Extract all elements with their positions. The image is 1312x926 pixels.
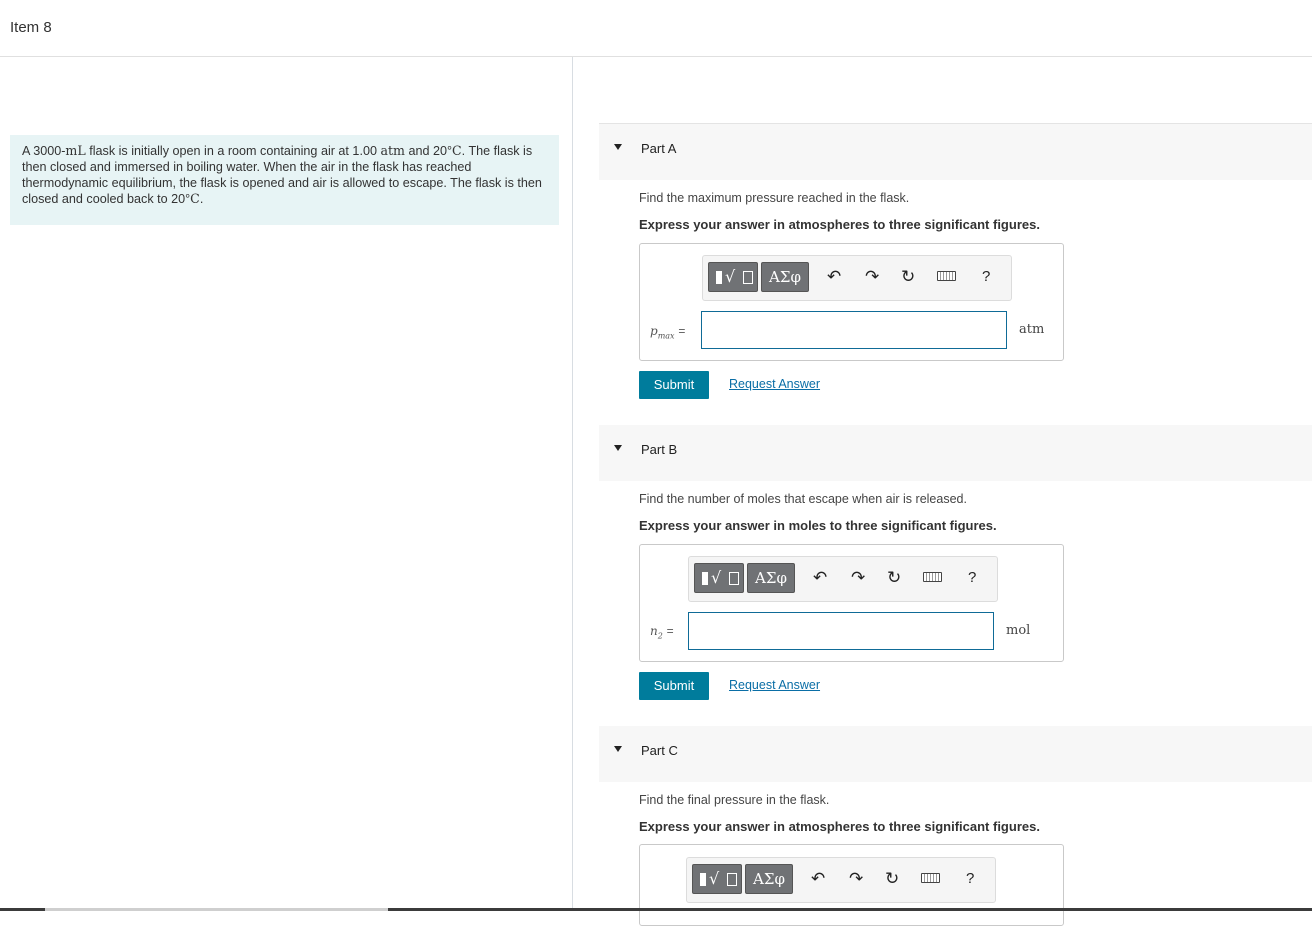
part-b-answer-box: √ ΑΣφ ↶ ↷ ↻ ? n2 = mol: [639, 544, 1064, 662]
greek-symbols-button[interactable]: ΑΣφ: [745, 864, 793, 894]
help-button[interactable]: ?: [966, 869, 974, 889]
header: Item 8: [0, 0, 1312, 57]
part-a-answer-box: √ ΑΣφ ↶ ↷ ↻ ? pmax = atm: [639, 243, 1064, 361]
undo-icon[interactable]: ↶: [813, 568, 827, 588]
problem-unit-c1: C: [452, 143, 462, 158]
help-button[interactable]: ?: [982, 267, 990, 287]
part-c-header[interactable]: Part C: [599, 726, 1312, 782]
part-c-math-toolbar: √ ΑΣφ ↶ ↷ ↻ ?: [686, 857, 996, 903]
reset-icon[interactable]: ↻: [887, 568, 901, 588]
part-a-header[interactable]: Part A: [599, 124, 1312, 180]
part-b-request-answer-link[interactable]: Request Answer: [729, 678, 820, 692]
part-a-instruction: Express your answer in atmospheres to th…: [639, 217, 1040, 232]
part-b-var-sub: 2: [657, 631, 663, 641]
radical-icon: √: [711, 568, 722, 587]
part-a-label: Part A: [641, 141, 677, 156]
part-a-request-answer-link[interactable]: Request Answer: [729, 377, 820, 391]
part-a-math-toolbar: √ ΑΣφ ↶ ↷ ↻ ?: [702, 255, 1012, 301]
part-a-answer-input[interactable]: [701, 311, 1007, 349]
problem-text-2: flask is initially open in a room contai…: [85, 144, 381, 158]
template-block-icon: [716, 271, 722, 284]
part-c-instruction: Express your answer in atmospheres to th…: [639, 819, 1040, 834]
redo-icon[interactable]: ↷: [851, 568, 865, 588]
template-box-icon: [727, 873, 737, 886]
problem-unit-ml: mL: [65, 143, 86, 158]
part-a-equals: =: [678, 324, 686, 338]
problem-text-3: and 20°: [404, 144, 453, 158]
problem-unit-atm: atm: [380, 143, 405, 158]
part-b-unit: mol: [1006, 623, 1031, 638]
part-b-equals: =: [666, 624, 674, 638]
problem-text-1: A 3000-: [22, 144, 66, 158]
radical-icon: √: [709, 869, 720, 888]
part-c-prompt: Find the final pressure in the flask.: [639, 793, 830, 807]
collapse-triangle-icon[interactable]: [614, 144, 622, 150]
part-b-answer-input[interactable]: [688, 612, 994, 650]
part-c-label: Part C: [641, 743, 678, 758]
help-button[interactable]: ?: [968, 568, 976, 588]
reset-icon[interactable]: ↻: [901, 267, 915, 287]
template-box-icon: [729, 572, 739, 585]
radical-icon: √: [725, 267, 736, 286]
part-a-prompt: Find the maximum pressure reached in the…: [639, 191, 910, 205]
template-block-icon: [702, 572, 708, 585]
column-divider: [572, 57, 573, 911]
part-a-var-main: p: [650, 324, 658, 338]
template-block-icon: [700, 873, 706, 886]
redo-icon[interactable]: ↷: [849, 869, 863, 889]
problem-unit-c2: C: [190, 191, 200, 206]
part-b-submit-button[interactable]: Submit: [639, 672, 709, 700]
part-a-submit-button[interactable]: Submit: [639, 371, 709, 399]
part-a-unit: atm: [1019, 322, 1045, 337]
problem-statement: A 3000-mL flask is initially open in a r…: [10, 135, 559, 225]
part-b-label: Part B: [641, 442, 678, 457]
greek-symbols-button[interactable]: ΑΣφ: [761, 262, 809, 292]
part-c-answer-box: √ ΑΣφ ↶ ↷ ↻ ?: [639, 844, 1064, 926]
collapse-triangle-icon[interactable]: [614, 746, 622, 752]
templates-button[interactable]: √: [692, 864, 742, 894]
collapse-triangle-icon[interactable]: [614, 445, 622, 451]
part-b-instruction: Express your answer in moles to three si…: [639, 518, 997, 533]
undo-icon[interactable]: ↶: [811, 869, 825, 889]
part-b-variable-label: n2 =: [650, 624, 674, 640]
part-b-var-main: n: [650, 624, 658, 638]
part-b-header[interactable]: Part B: [599, 425, 1312, 481]
redo-icon[interactable]: ↷: [865, 267, 879, 287]
part-b-math-toolbar: √ ΑΣφ ↶ ↷ ↻ ?: [688, 556, 998, 602]
greek-symbols-button[interactable]: ΑΣφ: [747, 563, 795, 593]
problem-text-5: .: [199, 192, 204, 206]
templates-button[interactable]: √: [708, 262, 758, 292]
reset-icon[interactable]: ↻: [885, 869, 899, 889]
part-a-var-sub: max: [657, 331, 675, 341]
keyboard-icon[interactable]: [923, 572, 942, 582]
part-b-prompt: Find the number of moles that escape whe…: [639, 492, 967, 506]
keyboard-icon[interactable]: [921, 873, 940, 883]
part-a-variable-label: pmax =: [650, 324, 685, 340]
keyboard-icon[interactable]: [937, 271, 956, 281]
undo-icon[interactable]: ↶: [827, 267, 841, 287]
templates-button[interactable]: √: [694, 563, 744, 593]
template-box-icon: [743, 271, 753, 284]
item-title: Item 8: [10, 19, 52, 36]
